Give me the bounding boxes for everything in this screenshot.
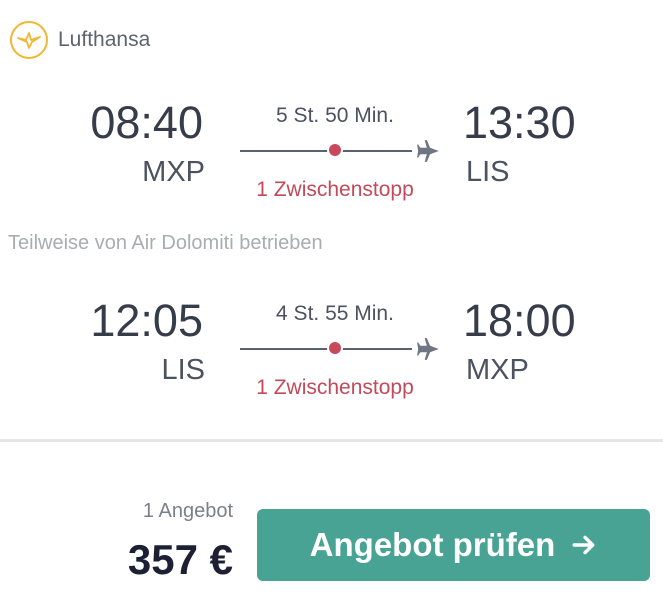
airline-header: Lufthansa (10, 20, 150, 60)
operated-by-note: Teilweise von Air Dolomiti betrieben (8, 232, 323, 254)
airplane-icon (417, 338, 439, 360)
offer-count: 1 Angebot (142, 500, 233, 522)
airplane-icon (417, 140, 439, 162)
check-offer-label: Angebot prüfen (309, 526, 556, 563)
route-line (240, 348, 412, 350)
outbound-leg: 08:40 MXP 5 St. 50 Min. 1 Zwischenstopp … (0, 92, 663, 212)
check-offer-button[interactable]: Angebot prüfen (257, 509, 650, 581)
stops-label: 1 Zwischenstopp (256, 178, 414, 201)
divider (0, 439, 663, 442)
arrival-time: 13:30 (463, 97, 576, 148)
stops-label: 1 Zwischenstopp (256, 376, 414, 399)
arrival-airport: MXP (466, 354, 529, 386)
arrow-right-icon (572, 535, 595, 555)
departure-time: 08:40 (90, 97, 203, 148)
lufthansa-crane-icon (10, 21, 48, 59)
airline-name: Lufthansa (58, 28, 151, 51)
route-line (240, 150, 412, 152)
return-leg: 12:05 LIS 4 St. 55 Min. 1 Zwischenstopp … (0, 290, 663, 410)
flight-duration: 5 St. 50 Min. (276, 104, 394, 127)
price: 357 € (127, 536, 233, 583)
stop-dot-icon (327, 142, 343, 158)
departure-airport: MXP (142, 156, 205, 188)
flight-duration: 4 St. 55 Min. (276, 302, 394, 325)
arrival-time: 18:00 (463, 295, 576, 346)
departure-airport: LIS (161, 354, 205, 386)
stop-dot-icon (327, 340, 343, 356)
arrival-airport: LIS (466, 156, 510, 188)
departure-time: 12:05 (90, 295, 203, 346)
